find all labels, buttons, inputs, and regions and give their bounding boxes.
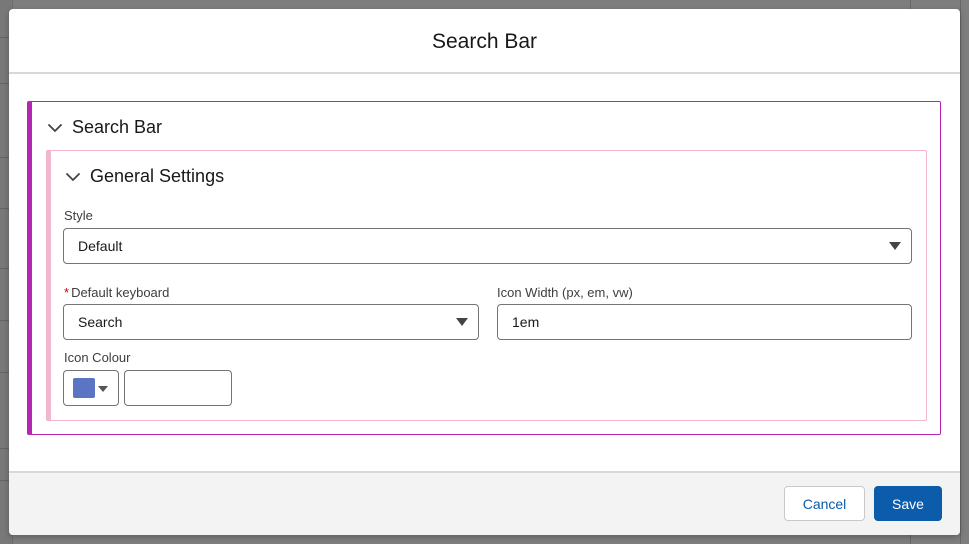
search-bar-section-toggle[interactable]: Search Bar [46, 117, 162, 138]
style-select-value: Default [78, 238, 123, 254]
general-settings-section: General Settings Style Default * Default … [46, 150, 927, 421]
style-select[interactable]: Default [63, 228, 912, 264]
default-keyboard-label-text: Default keyboard [71, 285, 170, 300]
color-swatch [73, 378, 95, 398]
default-keyboard-select[interactable]: Search [63, 304, 479, 340]
modal-footer: Cancel Save [9, 471, 960, 535]
required-marker: * [64, 285, 70, 300]
icon-width-input[interactable]: 1em [497, 304, 912, 340]
cancel-button[interactable]: Cancel [784, 486, 865, 521]
chevron-down-icon [66, 172, 80, 181]
default-keyboard-label: * Default keyboard [64, 285, 169, 300]
modal-title: Search Bar [431, 29, 538, 53]
chevron-down-icon [48, 123, 62, 132]
general-settings-toggle[interactable]: General Settings [64, 166, 224, 187]
search-bar-section: Search Bar General Settings Style Defaul… [27, 101, 941, 435]
caret-down-icon [98, 386, 108, 392]
icon-colour-label: Icon Colour [64, 350, 131, 365]
modal-header: Search Bar [9, 9, 960, 74]
icon-colour-input[interactable] [124, 370, 232, 406]
section-label: Search Bar [72, 117, 163, 137]
section-label: General Settings [90, 166, 225, 186]
caret-down-icon [889, 242, 901, 250]
default-keyboard-select-value: Search [78, 314, 123, 330]
save-button[interactable]: Save [874, 486, 942, 521]
icon-width-value: 1em [512, 314, 540, 330]
modal-dialog: Search Bar Search Bar General Settings S… [9, 9, 960, 535]
icon-width-label: Icon Width (px, em, vw) [497, 285, 633, 300]
caret-down-icon [456, 318, 468, 326]
modal-body: Search Bar General Settings Style Defaul… [9, 74, 960, 471]
style-label: Style [64, 208, 93, 223]
icon-colour-picker-button[interactable] [63, 370, 119, 406]
